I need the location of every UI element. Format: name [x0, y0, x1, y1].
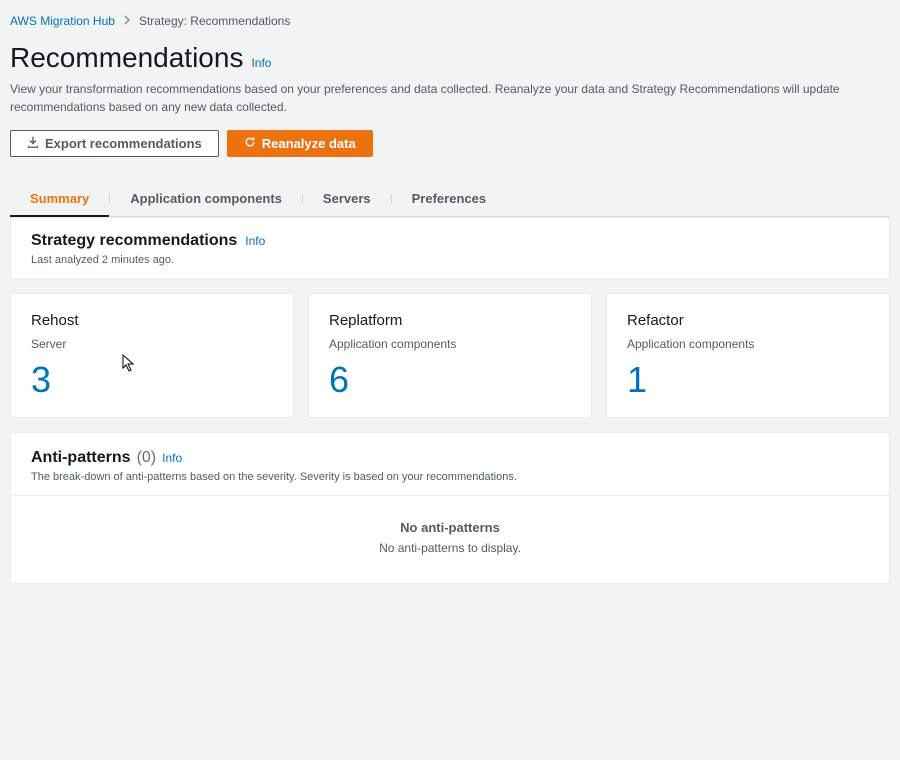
anti-patterns-count: (0)	[137, 449, 157, 467]
anti-patterns-empty-desc: No anti-patterns to display.	[31, 541, 869, 555]
card-subtitle: Server	[31, 337, 273, 351]
card-subtitle: Application components	[329, 337, 571, 351]
replatform-count-link[interactable]: 6	[329, 359, 571, 401]
rehost-count-link[interactable]: 3	[31, 359, 273, 401]
breadcrumb-current: Strategy: Recommendations	[139, 14, 290, 28]
breadcrumb: AWS Migration Hub Strategy: Recommendati…	[0, 0, 900, 32]
info-link[interactable]: Info	[251, 56, 271, 70]
replatform-card: Replatform Application components 6	[308, 293, 592, 418]
export-button-label: Export recommendations	[45, 136, 202, 151]
card-title: Rehost	[31, 312, 273, 329]
last-analyzed-text: Last analyzed 2 minutes ago.	[31, 254, 869, 266]
anti-patterns-panel: Anti-patterns (0) Info The break-down of…	[10, 432, 890, 584]
reanalyze-button-label: Reanalyze data	[262, 136, 356, 151]
tab-summary[interactable]: Summary	[10, 181, 109, 216]
tabs: Summary Application components Servers P…	[10, 181, 890, 217]
tab-servers[interactable]: Servers	[303, 181, 391, 216]
reanalyze-data-button[interactable]: Reanalyze data	[227, 130, 373, 157]
download-icon	[27, 136, 39, 151]
refactor-count-link[interactable]: 1	[627, 359, 869, 401]
breadcrumb-root-link[interactable]: AWS Migration Hub	[10, 14, 115, 28]
export-recommendations-button[interactable]: Export recommendations	[10, 130, 219, 157]
refactor-card: Refactor Application components 1	[606, 293, 890, 418]
anti-patterns-title: Anti-patterns	[31, 449, 131, 467]
refresh-icon	[244, 136, 256, 151]
rehost-card: Rehost Server 3	[10, 293, 294, 418]
tab-application-components[interactable]: Application components	[110, 181, 302, 216]
card-subtitle: Application components	[627, 337, 869, 351]
anti-patterns-body: No anti-patterns No anti-patterns to dis…	[11, 495, 889, 583]
card-title: Replatform	[329, 312, 571, 329]
anti-patterns-empty-title: No anti-patterns	[31, 520, 869, 535]
strategy-panel-title: Strategy recommendations	[31, 232, 237, 250]
page-description: View your transformation recommendations…	[10, 80, 890, 116]
anti-patterns-description: The break-down of anti-patterns based on…	[31, 471, 869, 483]
strategy-recommendations-panel: Strategy recommendations Info Last analy…	[10, 217, 890, 279]
action-buttons: Export recommendations Reanalyze data	[10, 130, 890, 157]
chevron-right-icon	[123, 14, 131, 28]
page-title: Recommendations	[10, 42, 243, 74]
strategy-cards-row: Rehost Server 3 Replatform Application c…	[10, 293, 890, 418]
tab-preferences[interactable]: Preferences	[392, 181, 506, 216]
card-title: Refactor	[627, 312, 869, 329]
info-link[interactable]: Info	[162, 451, 182, 465]
info-link[interactable]: Info	[245, 234, 265, 248]
page-header: Recommendations Info View your transform…	[0, 32, 900, 124]
